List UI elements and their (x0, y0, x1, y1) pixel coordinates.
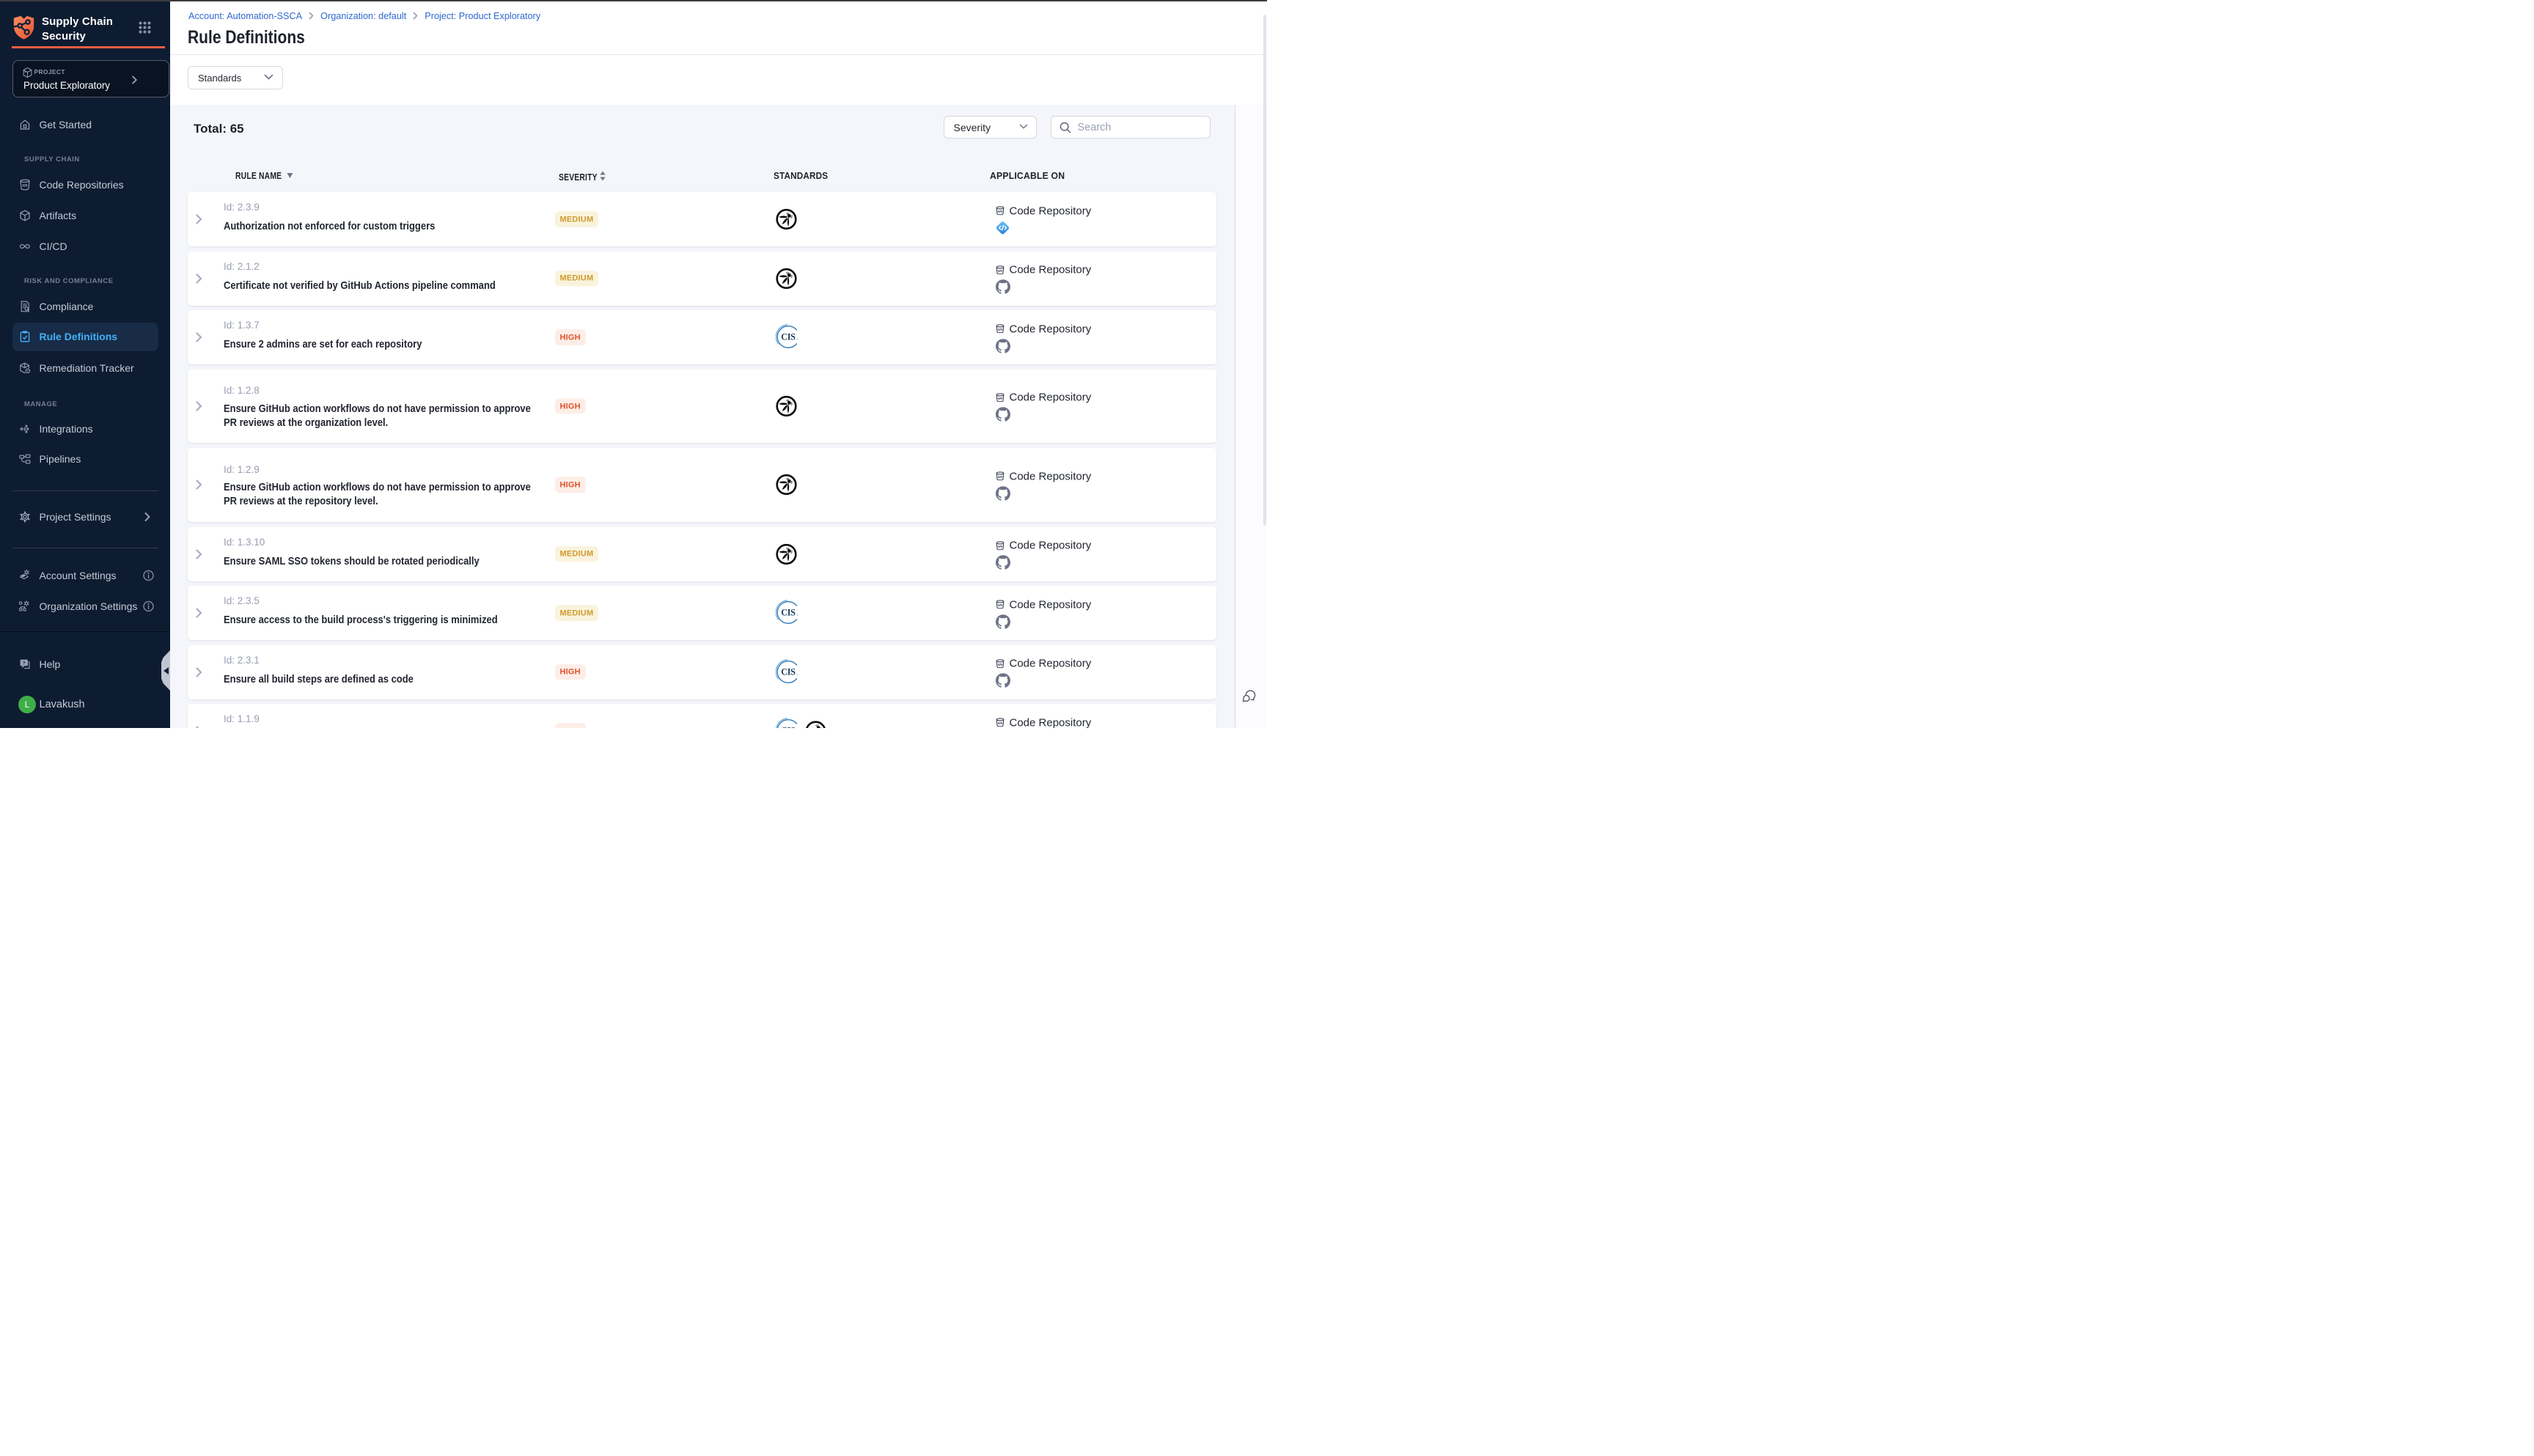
svg-text:?: ? (22, 661, 25, 666)
